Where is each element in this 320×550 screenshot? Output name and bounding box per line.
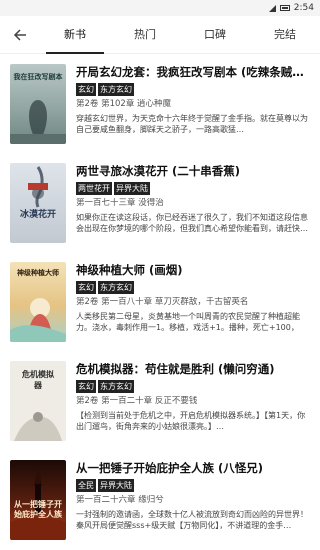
arrow-left-icon	[13, 28, 26, 41]
cover-title: 我在狂改写剧本	[13, 73, 63, 81]
book-desc: 【检测到当前处于危机之中，开启危机模拟器系统。】【第1天，你出门遛鸟，街角奔来的…	[76, 411, 306, 431]
book-cover: 神级种植大师	[10, 262, 66, 342]
book-tag: 异界大陆	[114, 182, 150, 195]
book-title: 神级种植大师 (画烟)	[76, 263, 183, 277]
book-desc: 人类移民第二母星，炎黄基地一个叫周青的农民觉醒了种植超能力。浇水，毒刺作用一1。…	[76, 312, 300, 332]
book-chapter: 第一百七十三章 没得治	[76, 198, 164, 208]
cover-title: 神级种植大师	[17, 269, 59, 277]
book-cover: 我在狂改写剧本	[10, 64, 66, 144]
tab-new[interactable]: 新书	[40, 16, 110, 54]
cover-title: 危机模拟器	[22, 370, 54, 390]
book-chapter: 第2卷 第一百八十章 草刀灭群敌，千古留英名	[76, 297, 249, 307]
book-tag: 异界大陆	[98, 479, 134, 492]
tab-bar: 新书 热门 口碑 完结	[0, 16, 320, 54]
book-item[interactable]: 冰漠花开 两世寻旅冰漠花开 (二十串香蕉) 两世花开 异界大陆 第一百七十三章 …	[10, 153, 310, 252]
book-cover: 危机模拟器	[10, 361, 66, 441]
book-cover: 从一把锤子开始庇护全人族	[10, 460, 66, 540]
book-item[interactable]: 危机模拟器 危机模拟器：苟住就是胜利 (懒问穷通) 玄幻 东方玄幻 第2卷 第一…	[10, 351, 310, 450]
cover-title: 冰漠花开	[19, 210, 56, 220]
book-desc: 如果你正在读这段话，你已经吞迷了很久了，我们不知道这段信息会出现在你梦境的哪个阶…	[76, 213, 308, 233]
book-title: 两世寻旅冰漠花开 (二十串香蕉)	[76, 164, 241, 178]
book-tag: 全民	[76, 479, 96, 492]
book-item[interactable]: 神级种植大师 神级种植大师 (画烟) 玄幻 东方玄幻 第2卷 第一百八十章 草刀…	[10, 252, 310, 351]
tab-hot[interactable]: 热门	[110, 16, 180, 54]
book-chapter: 第一百二十六章 缘归兮	[76, 495, 164, 505]
tab-completed[interactable]: 完结	[250, 16, 320, 54]
signal-icon	[268, 4, 276, 12]
battery-icon	[279, 5, 290, 11]
tab-reputation[interactable]: 口碑	[180, 16, 250, 54]
cover-title: 从一把锤子开始庇护全人族	[14, 500, 62, 519]
book-title: 从一把锤子开始庇护全人族 (八怪兄)	[76, 461, 264, 475]
book-desc: 穿越玄幻世界，为天克命十六年终于觉醒了金手指。就在莫尊以为自己要咸鱼翻身，脚踩天…	[76, 114, 308, 134]
book-tag: 两世花开	[76, 182, 112, 195]
status-bar: 2:54	[0, 0, 320, 16]
book-title: 危机模拟器：苟住就是胜利 (懒问穷通)	[76, 362, 275, 376]
back-button[interactable]	[0, 16, 40, 54]
book-item[interactable]: 我在狂改写剧本 开局玄幻龙套：我疯狂改写剧本 (吃辣条贼… 玄幻 东方玄幻 第2…	[10, 54, 310, 153]
book-list: 我在狂改写剧本 开局玄幻龙套：我疯狂改写剧本 (吃辣条贼… 玄幻 东方玄幻 第2…	[0, 54, 320, 549]
book-tag: 玄幻	[76, 281, 96, 294]
book-tag: 东方玄幻	[98, 380, 134, 393]
book-desc: 一封强制的邀请函，全球数十亿人被流放到奇幻而凶险的异世界！秦风开局便觉醒sss+…	[76, 510, 308, 530]
book-chapter: 第2卷 第一百二十章 反正不要钱	[76, 396, 198, 406]
book-tag: 东方玄幻	[98, 83, 134, 96]
book-tag: 玄幻	[76, 83, 96, 96]
book-tag: 东方玄幻	[98, 281, 134, 294]
book-cover: 冰漠花开	[10, 163, 66, 243]
book-title: 开局玄幻龙套：我疯狂改写剧本 (吃辣条贼…	[76, 65, 304, 79]
book-chapter: 第2卷 第102章 逍心种魔	[76, 99, 172, 109]
book-item[interactable]: 从一把锤子开始庇护全人族 从一把锤子开始庇护全人族 (八怪兄) 全民 异界大陆 …	[10, 450, 310, 549]
book-tag: 玄幻	[76, 380, 96, 393]
status-time: 2:54	[293, 3, 314, 13]
